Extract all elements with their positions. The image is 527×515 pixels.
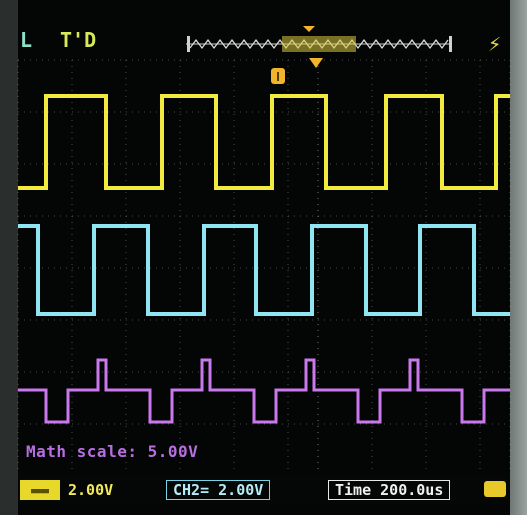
- ch2-scale-value: 2.00V: [218, 481, 264, 499]
- trigger-status-label: T'D: [60, 28, 97, 52]
- math-waveform: [18, 358, 510, 424]
- ch1-waveform: [18, 94, 510, 190]
- math-scale-label: Math scale: 5.00V: [26, 442, 199, 461]
- run-state-icon[interactable]: [484, 481, 506, 497]
- trigger-level-marker[interactable]: [271, 68, 285, 84]
- overview-window[interactable]: [282, 36, 356, 52]
- waveform-canvas: [17, 26, 511, 470]
- ch1-scale-value: 2.00V: [68, 481, 114, 499]
- ch2-waveform: [18, 224, 510, 316]
- acquisition-mode-label: L: [20, 28, 34, 52]
- ch2-label: CH2=: [173, 481, 210, 499]
- timebase-readout[interactable]: Time 200.0us: [328, 480, 451, 500]
- ch2-scale-readout[interactable]: CH2= 2.00V: [166, 480, 271, 500]
- ch1-badge[interactable]: ▬▬: [20, 480, 60, 500]
- status-bar: ▬▬ 2.00V CH2= 2.00V Time 200.0us: [18, 474, 510, 504]
- graticule-grid: [17, 59, 511, 470]
- oscilloscope-display: L T'D ⚡ Math scale: 5.00V ▬▬ 2.00V CH2= …: [0, 0, 527, 515]
- usb-flash-icon: ⚡: [488, 32, 502, 57]
- memory-overview-bar[interactable]: [186, 36, 452, 52]
